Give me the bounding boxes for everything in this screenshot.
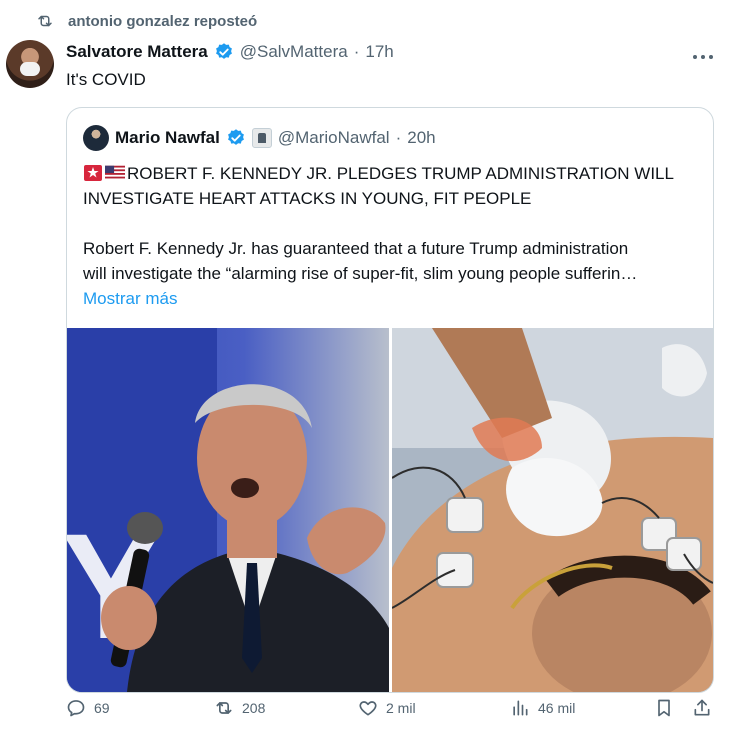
quote-header: Mario Nawfal @MarioNawfal · 20h [83,125,436,151]
reply-icon [67,700,85,717]
quote-avatar[interactable] [83,125,109,151]
tweet-text: It's COVID [66,70,146,89]
quote-time[interactable]: 20h [407,128,435,148]
reply-count: 69 [94,700,110,716]
views-count: 46 mil [538,700,576,716]
author-handle[interactable]: @SalvMattera [240,42,348,62]
repost-indicator[interactable]: antonio gonzalez reposteó [36,12,257,30]
bookmark-icon [658,699,670,717]
verified-badge-icon[interactable] [226,128,246,148]
avatar-mask-graphic [20,62,40,76]
repost-icon [38,15,52,27]
verified-badge-icon[interactable] [214,42,234,62]
speaker-photo-graphic: Y [67,328,389,692]
siren-emoji-icon [84,165,102,181]
like-button[interactable]: 2 mil [358,698,416,718]
views-chart-icon [513,700,528,716]
author-name[interactable]: Salvatore Mattera [66,42,208,62]
share-icon [694,699,710,716]
more-options-button[interactable] [692,44,714,65]
tweet-header: Salvatore Mattera @SalvMattera · 17h [66,42,394,62]
like-count: 2 mil [386,700,416,716]
heart-icon [359,701,377,716]
views-button[interactable]: 46 mil [510,698,575,718]
quote-header-separator: · [395,128,402,147]
quote-text: ROBERT F. KENNEDY JR. PLEDGES TRUMP ADMI… [83,161,699,311]
show-more-link[interactable]: Mostrar más [83,286,699,311]
quote-title: ROBERT F. KENNEDY JR. PLEDGES TRUMP ADMI… [83,161,699,211]
reply-button[interactable]: 69 [66,698,110,718]
tweet-time[interactable]: 17h [365,42,393,62]
quoted-tweet[interactable]: Mario Nawfal @MarioNawfal · 20h ROBERT F… [66,107,714,693]
repost-count: 208 [242,700,266,716]
repost-button[interactable]: 208 [214,698,265,718]
repost-text: antonio gonzalez reposteó [68,12,258,30]
quote-author-handle[interactable]: @MarioNawfal [278,128,390,148]
us-flag-emoji-icon [105,165,125,181]
share-button[interactable] [692,698,712,718]
cpr-on-patient-photo[interactable] [392,328,713,692]
quote-body: Robert F. Kennedy Jr. has guaranteed tha… [83,236,699,286]
quote-body-line: will investigate the “alarming rise of s… [83,264,638,283]
cpr-photo-graphic [392,328,713,692]
quote-title-text: ROBERT F. KENNEDY JR. PLEDGES TRUMP ADMI… [83,164,674,208]
avatar[interactable] [6,40,54,88]
quote-body-line: Robert F. Kennedy Jr. has guaranteed tha… [83,239,629,258]
header-separator: · [353,42,360,61]
speaker-with-microphone-photo[interactable]: Y [67,328,389,692]
quote-author-name[interactable]: Mario Nawfal [115,128,220,148]
more-options-icon [693,55,713,59]
affiliate-badge-icon[interactable] [251,128,272,148]
repost-icon [216,702,232,714]
bookmark-button[interactable] [654,698,674,718]
